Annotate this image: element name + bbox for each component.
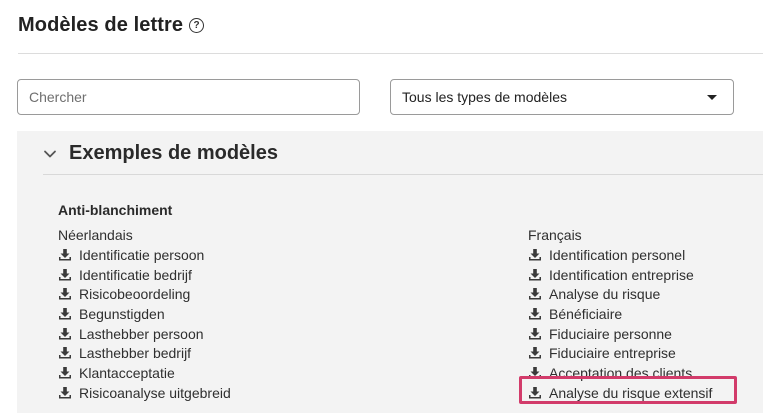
examples-panel: Exemples de modèles Anti-blanchiment Née…: [17, 131, 763, 413]
template-link-label[interactable]: Lasthebber persoon: [79, 326, 204, 342]
download-icon: [529, 327, 541, 340]
template-link-label[interactable]: Identificatie bedrijf: [79, 267, 192, 283]
download-icon: [529, 386, 541, 399]
download-icon: [529, 347, 541, 359]
panel-divider: [43, 174, 763, 175]
template-type-select-value: Tous les types de modèles: [402, 89, 567, 105]
french-template-6[interactable]: Acceptation des clients: [528, 363, 712, 383]
template-type-select[interactable]: Tous les types de modèles: [390, 79, 734, 115]
download-icon: [529, 268, 541, 281]
search-input[interactable]: [17, 79, 360, 115]
examples-panel-toggle[interactable]: Exemples de modèles: [43, 142, 278, 165]
template-link-label[interactable]: Analyse du risque extensif: [549, 385, 712, 401]
template-link-label[interactable]: Identification entreprise: [549, 267, 694, 283]
template-link-label[interactable]: Risicoanalyse uitgebreid: [79, 385, 231, 401]
download-icon: [529, 366, 541, 379]
download-icon: [59, 268, 71, 281]
french-template-2[interactable]: Analyse du risque: [528, 284, 712, 304]
category-title: Anti-blanchiment: [58, 202, 173, 218]
template-link-label[interactable]: Risicobeoordeling: [79, 286, 190, 302]
dutch-template-6[interactable]: Klantacceptatie: [58, 363, 231, 383]
dutch-template-7[interactable]: Risicoanalyse uitgebreid: [58, 383, 231, 403]
download-icon: [59, 327, 71, 340]
dutch-template-3[interactable]: Begunstigden: [58, 304, 231, 324]
download-icon: [529, 307, 541, 320]
french-template-7[interactable]: Analyse du risque extensif: [528, 383, 712, 403]
caret-down-icon: [707, 94, 717, 100]
dutch-template-2[interactable]: Risicobeoordeling: [58, 284, 231, 304]
dutch-template-1[interactable]: Identificatie bedrijf: [58, 265, 231, 285]
french-template-5[interactable]: Fiduciaire entreprise: [528, 343, 712, 363]
download-icon: [59, 248, 71, 261]
dutch-column: Néerlandais Identificatie persoon Identif…: [58, 225, 231, 403]
title-divider: [18, 53, 763, 54]
template-link-label[interactable]: Fiduciaire personne: [549, 326, 672, 342]
page-title: Modèles de lettre: [18, 14, 184, 36]
dutch-template-5[interactable]: Lasthebber bedrijf: [58, 343, 231, 363]
dutch-template-4[interactable]: Lasthebber persoon: [58, 324, 231, 344]
template-link-label[interactable]: Acceptation des clients: [549, 365, 692, 381]
language-label-dutch: Néerlandais: [58, 227, 133, 243]
download-icon: [59, 347, 71, 359]
template-link-label[interactable]: Klantacceptatie: [79, 365, 175, 381]
page-header: Modèles de lettre ?: [18, 14, 205, 37]
template-link-label[interactable]: Begunstigden: [79, 306, 165, 322]
template-link-label[interactable]: Fiduciaire entreprise: [549, 345, 676, 361]
download-icon: [59, 386, 71, 399]
dutch-template-0[interactable]: Identificatie persoon: [58, 245, 231, 265]
french-column: Français Identification personel Identifi…: [528, 225, 712, 403]
french-template-0[interactable]: Identification personel: [528, 245, 712, 265]
download-icon: [59, 288, 71, 300]
dutch-template-list: Identificatie persoon Identificatie bedri…: [58, 245, 231, 403]
french-template-1[interactable]: Identification entreprise: [528, 265, 712, 285]
template-link-label[interactable]: Lasthebber bedrijf: [79, 345, 191, 361]
download-icon: [529, 288, 541, 300]
french-template-list: Identification personel Identification en…: [528, 245, 712, 403]
examples-panel-title: Exemples de modèles: [69, 142, 278, 164]
french-template-3[interactable]: Bénéficiaire: [528, 304, 712, 324]
language-label-french: Français: [528, 227, 582, 243]
help-icon[interactable]: ?: [189, 18, 205, 33]
download-icon: [529, 248, 541, 261]
template-link-label[interactable]: Identification personel: [549, 247, 685, 263]
download-icon: [59, 366, 71, 379]
french-template-4[interactable]: Fiduciaire personne: [528, 324, 712, 344]
chevron-down-icon: [44, 150, 56, 157]
template-link-label[interactable]: Identificatie persoon: [79, 247, 204, 263]
download-icon: [59, 307, 71, 320]
template-link-label[interactable]: Analyse du risque: [549, 286, 660, 302]
template-link-label[interactable]: Bénéficiaire: [549, 306, 622, 322]
